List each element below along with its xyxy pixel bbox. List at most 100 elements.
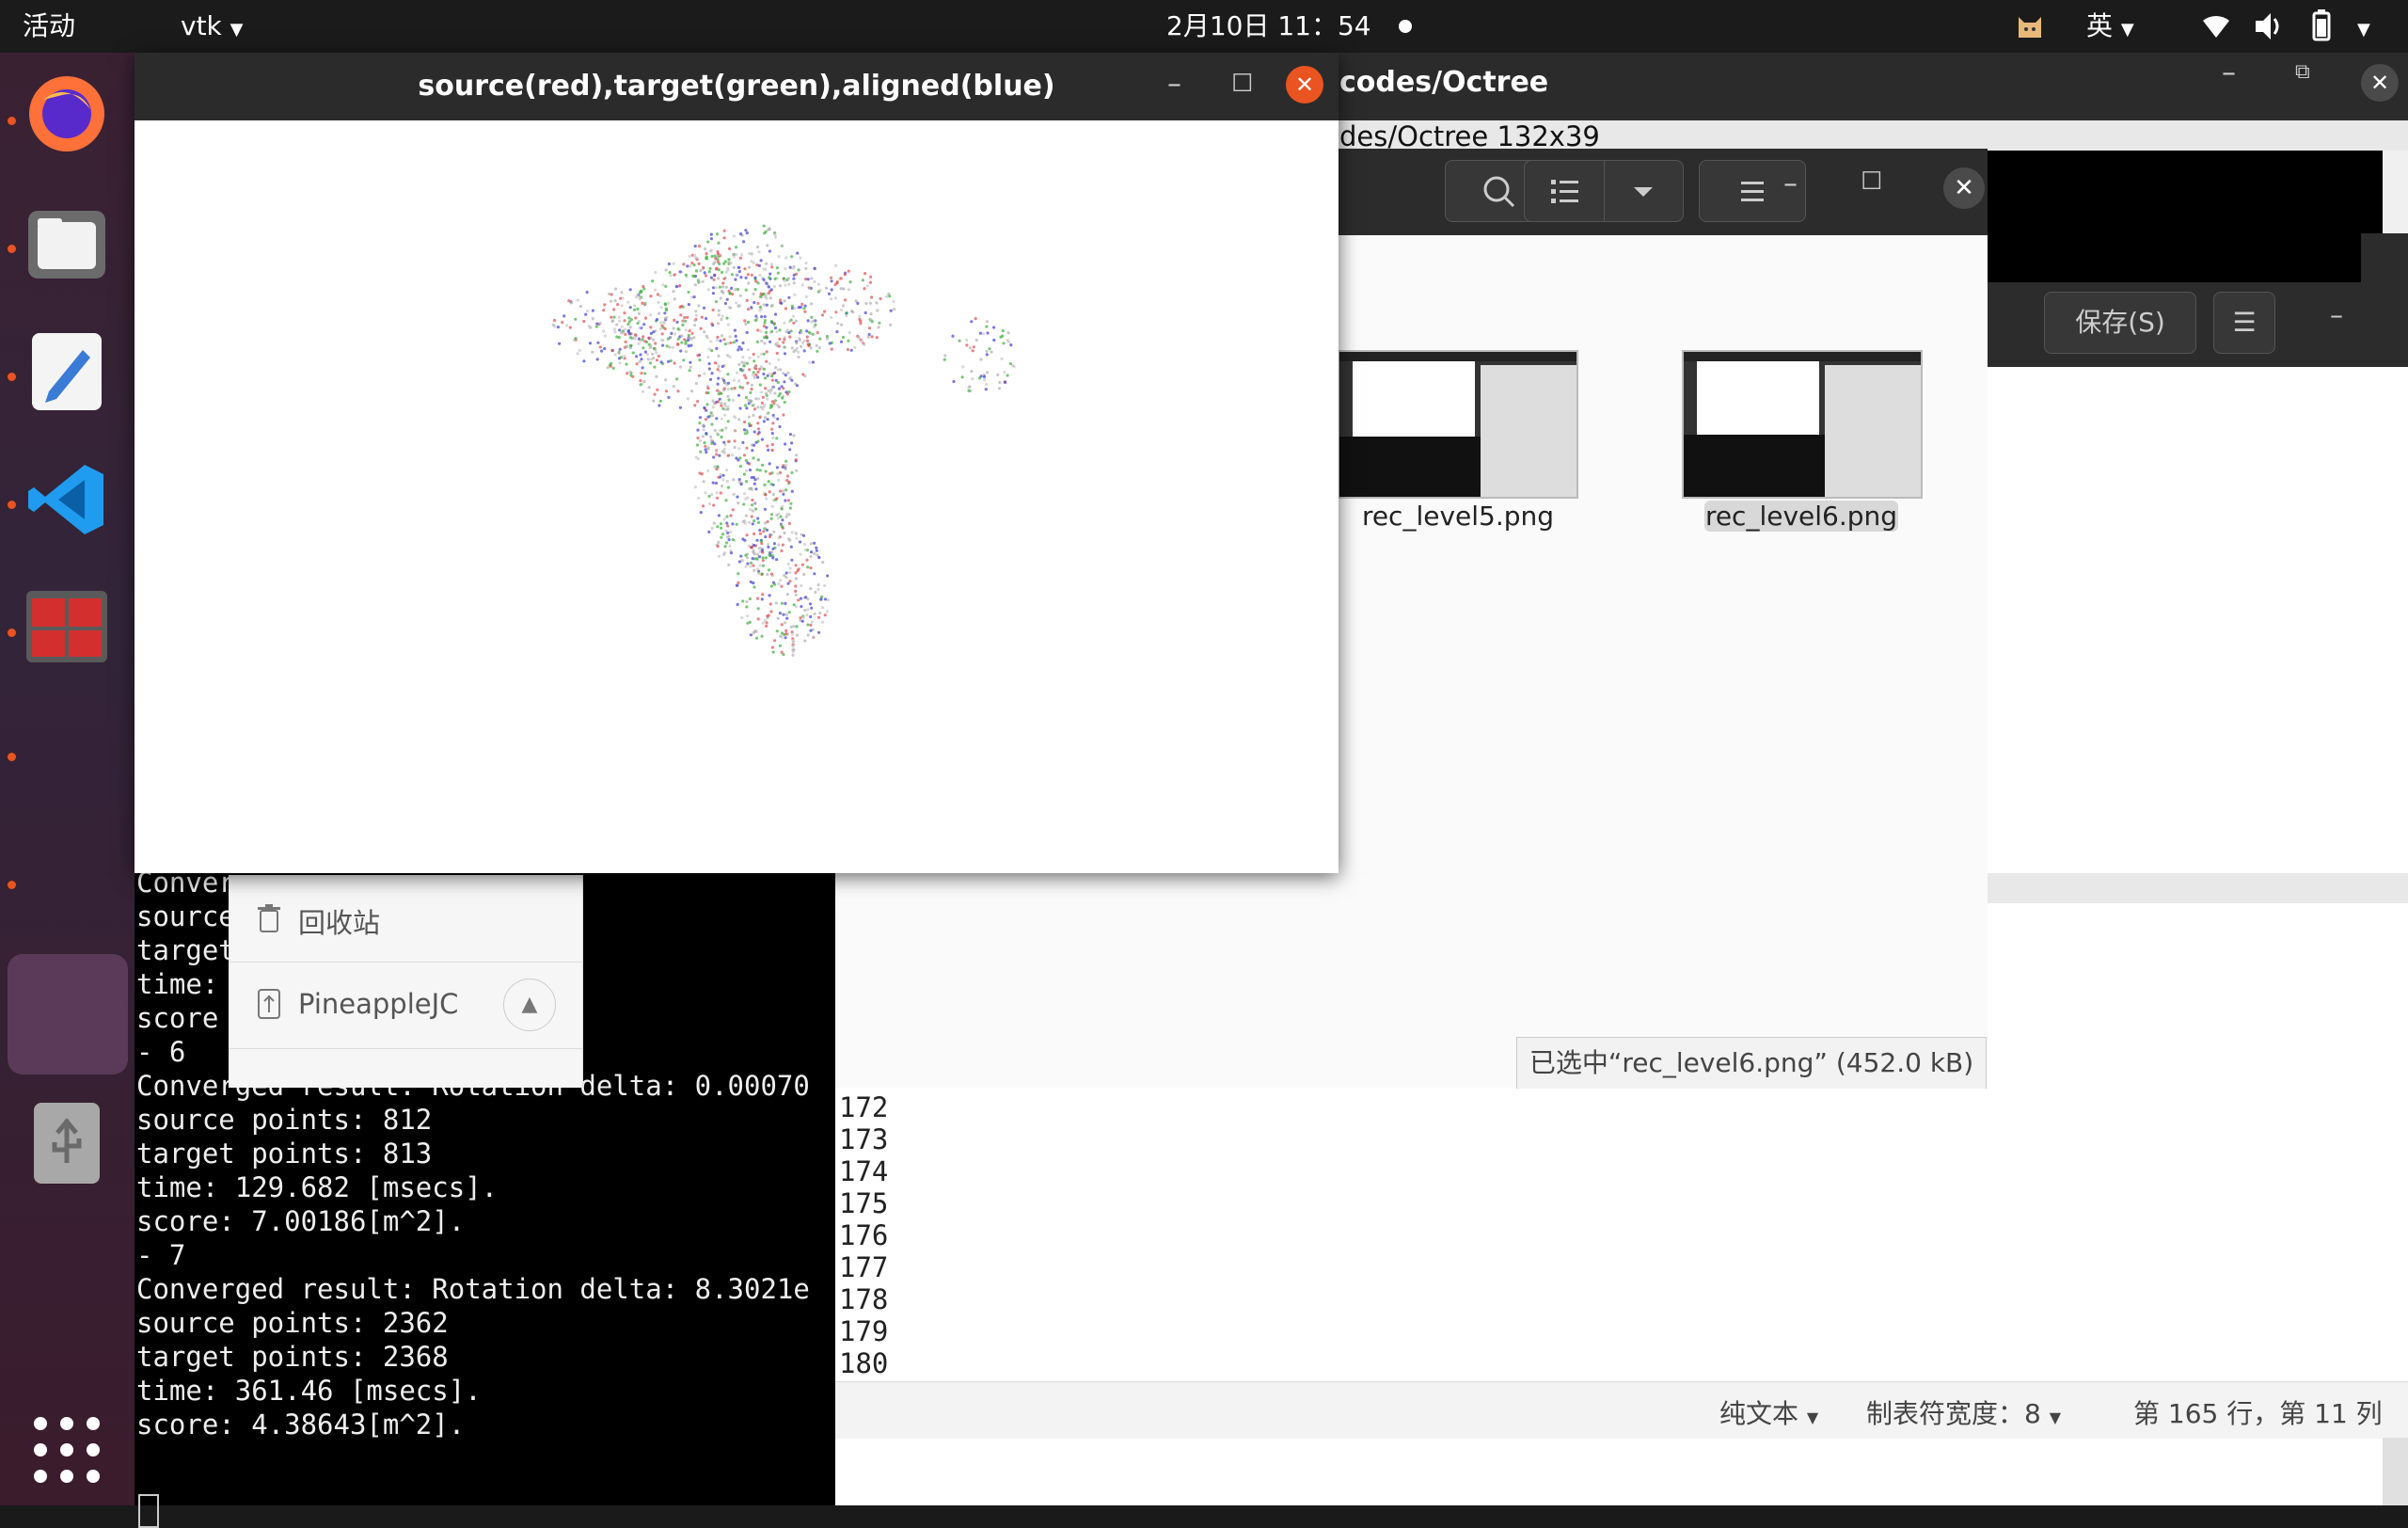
cloud-point	[721, 428, 724, 432]
clock[interactable]: 2月10日 11：54	[1166, 0, 1371, 53]
cloud-point	[770, 442, 775, 447]
cloud-point	[813, 541, 816, 545]
cloud-point	[743, 267, 747, 271]
file-thumbnail-rec-level5[interactable]	[1338, 350, 1578, 499]
file-name-rec-level5[interactable]: rec_level5.png	[1338, 501, 1578, 532]
cloud-point	[567, 299, 571, 303]
cloud-point	[816, 331, 819, 335]
cloud-point	[732, 378, 737, 382]
cloud-point	[586, 310, 590, 313]
text-editor-icon[interactable]	[24, 329, 109, 414]
point-cloud	[551, 224, 1016, 657]
cloud-point	[876, 309, 879, 312]
cloud-point	[658, 326, 662, 330]
sidebar-item-trash[interactable]: 回收站	[229, 875, 582, 963]
wifi-icon[interactable]	[2199, 0, 2233, 53]
activities-button[interactable]: 活动	[23, 0, 75, 53]
volume-icon[interactable]	[2252, 0, 2286, 53]
cloud-point	[690, 262, 694, 265]
firefox-icon[interactable]	[24, 72, 109, 156]
cloud-point	[783, 321, 786, 325]
vtk-render-window[interactable]	[135, 53, 1339, 873]
scrollbar[interactable]	[2383, 151, 2408, 233]
cloud-point	[742, 420, 747, 424]
battery-icon[interactable]	[2306, 0, 2335, 53]
cloud-point	[952, 379, 956, 384]
close-button[interactable]: ✕	[2361, 64, 2399, 102]
usb-icon[interactable]	[24, 1101, 109, 1186]
minimize-button[interactable]: –	[2330, 299, 2343, 330]
cloud-point	[784, 499, 787, 502]
save-button[interactable]: 保存(S)	[2044, 292, 2196, 354]
maximize-button[interactable]: ☐	[1231, 70, 1253, 98]
hamburger-menu-icon[interactable]: ☰	[2213, 292, 2275, 354]
cloud-point	[640, 289, 643, 293]
cloud-point	[721, 485, 724, 488]
cloud-point	[698, 422, 702, 425]
restore-button[interactable]: ⧉	[2295, 60, 2310, 84]
language-selector[interactable]: 纯文本 ▼	[1719, 1393, 1818, 1431]
sidebar-item-pineapplejc[interactable]: PineappleJC ▲	[229, 962, 582, 1049]
cloud-point	[706, 446, 710, 450]
cloud-point	[727, 563, 731, 566]
cloud-point	[708, 266, 712, 270]
trash-icon	[255, 903, 283, 937]
cloud-point	[718, 285, 722, 289]
cloud-point	[751, 449, 754, 453]
cloud-point	[724, 499, 728, 502]
close-button[interactable]: ✕	[1943, 167, 1985, 209]
cloud-point	[764, 267, 768, 271]
cloud-point	[704, 448, 707, 452]
scrollbar[interactable]	[2383, 1438, 2408, 1505]
cloud-point	[744, 553, 748, 557]
eject-button[interactable]: ▲	[503, 979, 556, 1031]
app-grid-icon[interactable]	[24, 1408, 109, 1492]
cloud-point	[818, 612, 822, 615]
cloud-point	[626, 300, 630, 304]
terminal-icon[interactable]	[24, 585, 109, 670]
system-menu-chevron-icon[interactable]: ▼	[2357, 0, 2370, 53]
files-icon[interactable]	[24, 201, 109, 286]
minimize-button[interactable]: –	[2222, 56, 2236, 89]
cloud-point	[649, 313, 653, 317]
cloud-point	[757, 571, 761, 575]
close-button[interactable]: ✕	[1286, 66, 1323, 103]
cloud-point	[673, 332, 677, 336]
cloud-point	[1006, 374, 1009, 377]
chevron-down-icon	[1634, 187, 1653, 197]
tab-width-selector[interactable]: 制表符宽度：8 ▼	[1866, 1393, 2061, 1431]
cloud-point	[967, 389, 971, 392]
cloud-point	[810, 550, 814, 554]
cloud-point	[815, 343, 818, 347]
tab-width-label: 制表符宽度：8	[1866, 1398, 2041, 1429]
input-method-menu[interactable]: 英 ▼	[2086, 0, 2134, 53]
vtk-app-icon[interactable]	[8, 954, 128, 1074]
cloud-point	[809, 629, 813, 632]
cloud-point	[775, 437, 779, 440]
cloud-point	[760, 597, 764, 601]
file-thumbnail-rec-level6[interactable]	[1682, 350, 1923, 499]
cloud-point	[740, 615, 744, 620]
vscode-icon[interactable]	[24, 457, 109, 542]
cloud-point	[757, 427, 761, 431]
cloud-point	[757, 263, 762, 267]
cursor-position[interactable]: 第 165 行，第 11 列	[2133, 1393, 2383, 1431]
cloud-point	[853, 345, 857, 349]
cloud-point	[778, 328, 782, 332]
file-name-rec-level6[interactable]: rec_level6.png	[1704, 501, 1898, 532]
list-view-button[interactable]	[1525, 161, 1605, 221]
running-indicator	[8, 881, 16, 889]
cloud-point	[816, 583, 820, 587]
maximize-button[interactable]: ☐	[1861, 167, 1882, 196]
notification-dot-icon	[1398, 0, 1413, 53]
cloud-point	[768, 340, 772, 343]
minimize-button[interactable]: –	[1167, 68, 1181, 101]
cloud-point	[738, 256, 743, 260]
view-options-button[interactable]	[1604, 161, 1683, 221]
cloud-point	[848, 280, 852, 284]
minimize-button[interactable]: –	[1783, 167, 1798, 200]
cat-icon[interactable]	[2013, 0, 2047, 53]
cloud-point	[768, 534, 772, 539]
point-cloud-view[interactable]	[135, 120, 1339, 873]
app-menu[interactable]: vtk ▼	[181, 0, 244, 53]
